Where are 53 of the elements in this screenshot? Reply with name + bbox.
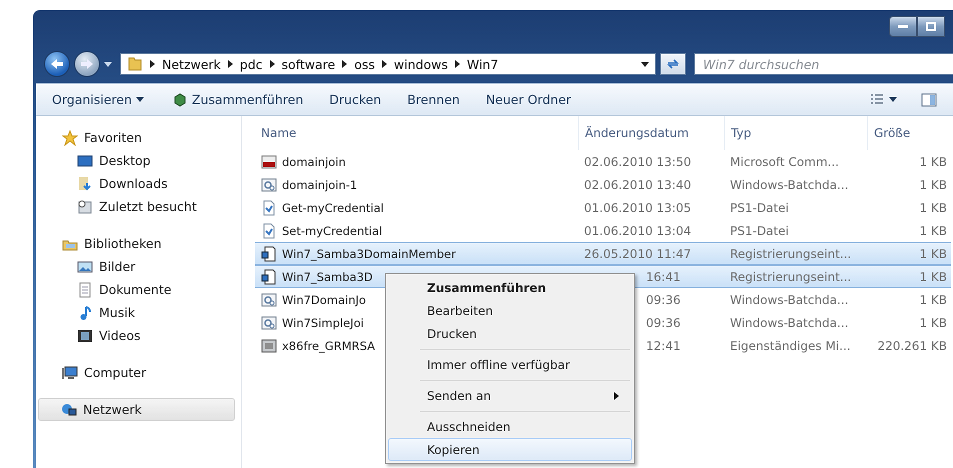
type-cell-text: Windows-Batchda...: [729, 314, 850, 332]
file-name: domainjoin-1: [282, 178, 358, 192]
type-cell: Registrierungseint...: [724, 242, 867, 265]
menu-item-label: Ausschneiden: [427, 420, 510, 434]
file-name: Win7DomainJo: [282, 292, 366, 306]
file-name: domainjoin: [282, 154, 346, 168]
size-cell-text: 1 KB: [918, 314, 948, 332]
date-cell-text: 12:41: [645, 338, 682, 354]
size-cell: 1 KB: [867, 242, 951, 265]
type-cell-text: Windows-Batchda...: [729, 176, 850, 194]
date-cell-text: 02.06.2010 13:40: [583, 176, 692, 194]
file-name: x86fre_GRMRSA: [282, 338, 375, 352]
size-cell-text: 1 KB: [918, 292, 948, 308]
file-name: Set-myCredential: [282, 224, 382, 238]
type-cell-text: PS1-Datei: [729, 200, 790, 216]
menu-item-label: Bearbeiten: [427, 304, 493, 318]
file-name: Win7SimpleJoi: [282, 316, 364, 330]
sidebar-label: Bibliotheken: [84, 236, 162, 251]
file-name: Get-myCredential: [282, 200, 384, 214]
date-cell-text: 09:36: [645, 314, 682, 332]
size-cell-text: 1 KB: [918, 200, 948, 216]
sidebar-label: Bilder: [99, 259, 136, 274]
size-cell-text: 1 KB: [918, 222, 948, 240]
date-cell: 26.05.2010 11:47: [578, 242, 724, 265]
file-name: Win7_Samba3DomainMember: [282, 246, 456, 260]
sidebar-label: Videos: [99, 328, 141, 343]
date-cell-text: 02.06.2010 13:50: [583, 154, 692, 170]
sidebar-label: Favoriten: [84, 130, 142, 145]
menu-item-label: Drucken: [427, 326, 477, 340]
sidebar-label: Desktop: [99, 153, 151, 168]
sidebar-label: Downloads: [99, 176, 168, 191]
sidebar-label: Netzwerk: [83, 402, 142, 417]
size-cell-text: 1 KB: [918, 176, 948, 194]
sidebar-label: Zuletzt besucht: [99, 199, 197, 214]
type-cell-text: Microsoft Comm...: [729, 154, 840, 170]
menu-item-label: Senden an: [427, 388, 491, 402]
size-cell-text: 1 KB: [918, 154, 948, 170]
size-cell-text: 220.261 KB: [876, 338, 948, 354]
sidebar-label: Musik: [99, 305, 135, 320]
type-cell: Registrierungseint...: [724, 265, 867, 288]
type-cell-text: PS1-Datei: [729, 222, 790, 240]
menu-item-label: Immer offline verfügbar: [427, 358, 570, 372]
sidebar-label: Computer: [84, 365, 146, 380]
date-cell-text: 01.06.2010 13:05: [583, 200, 692, 216]
menu-item-label: Zusammenführen: [427, 280, 546, 294]
size-cell: 1 KB: [867, 265, 951, 288]
menu-item-label: Kopieren: [427, 442, 480, 456]
file-name: Win7_Samba3D: [282, 270, 373, 284]
sidebar-label: Dokumente: [99, 282, 172, 297]
date-cell-text: 01.06.2010 13:04: [583, 222, 692, 240]
type-cell-text: Windows-Batchda...: [729, 292, 850, 308]
date-cell-text: 09:36: [645, 292, 682, 308]
type-cell-text: Eigenständiges Mi...: [729, 338, 852, 354]
